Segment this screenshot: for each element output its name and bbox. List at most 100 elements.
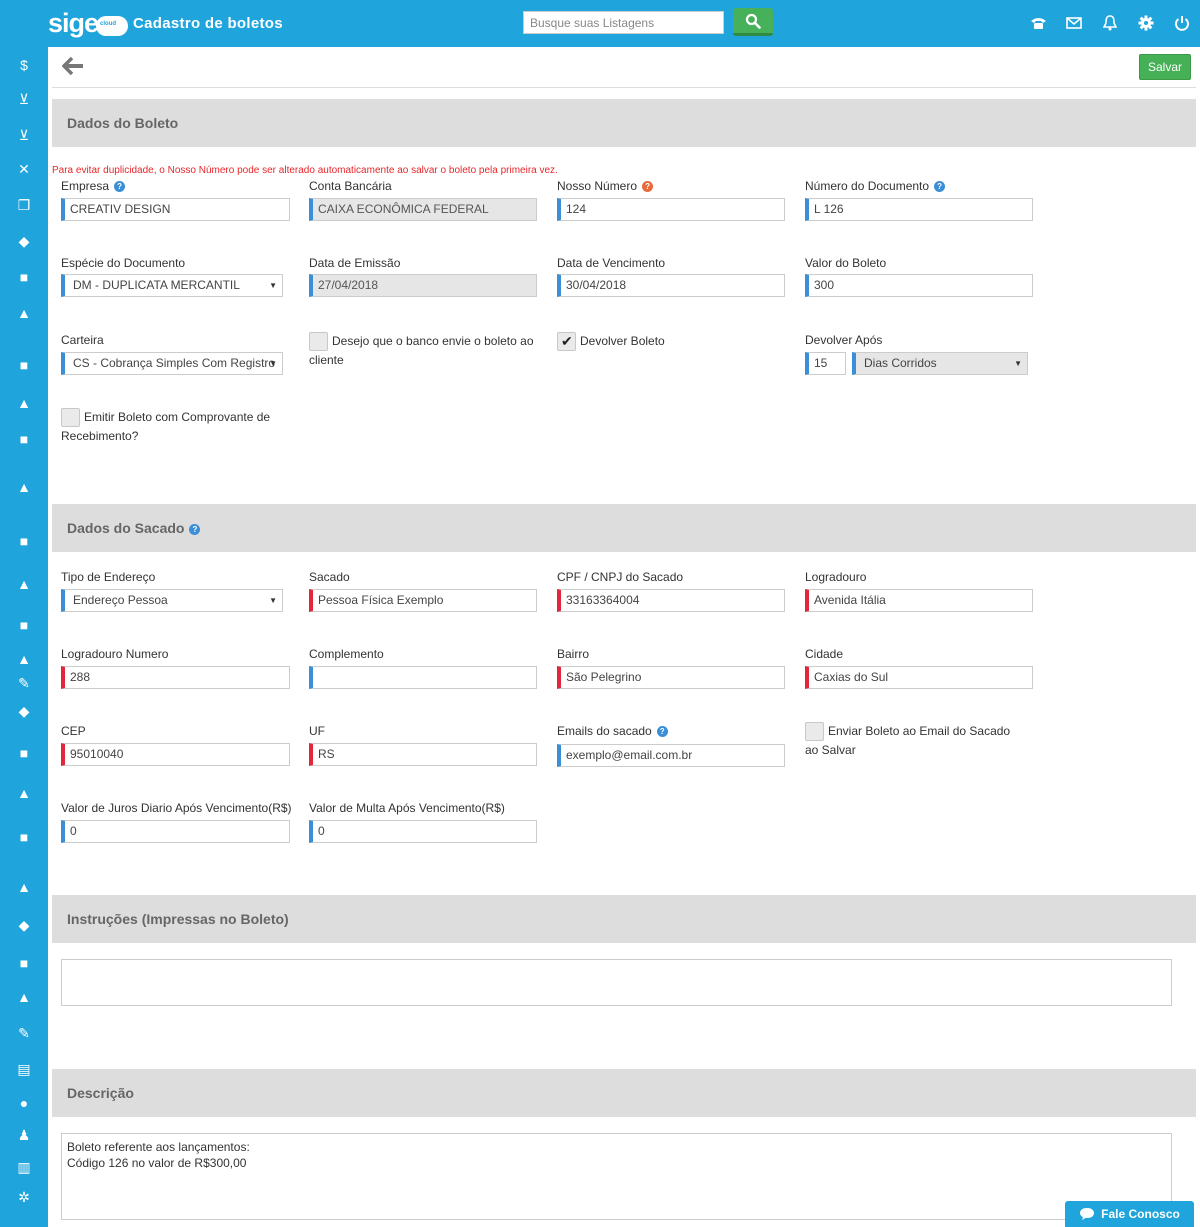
action-toolbar: Salvar (52, 47, 1196, 88)
box-icon[interactable]: ◆ (14, 702, 34, 720)
logradouro-field[interactable]: Avenida Itália (805, 589, 1033, 612)
section-title: Dados do Boleto (67, 115, 179, 131)
uf-label: UF (309, 724, 325, 738)
descricao-textarea[interactable]: Boleto referente aos lançamentos: Código… (61, 1133, 1172, 1220)
instrucoes-textarea[interactable] (61, 959, 1172, 1006)
search-button[interactable] (733, 8, 773, 36)
checkbox-label: Desejo que o banco envie o boleto ao cli… (309, 334, 534, 368)
phone-icon[interactable] (1020, 12, 1056, 34)
car-icon[interactable]: ▲ (14, 575, 34, 593)
section-title-text: Dados do Sacado (67, 520, 185, 536)
clock-icon[interactable]: ● (14, 1094, 34, 1112)
valor-label: Valor do Boleto (805, 256, 887, 270)
help-icon[interactable]: ? (642, 181, 654, 193)
money-icon[interactable]: $ (14, 56, 34, 74)
pen-icon[interactable]: ✎ (14, 674, 34, 692)
tools-icon[interactable]: ✕ (14, 160, 34, 178)
gear-icon[interactable] (1128, 12, 1164, 34)
box-icon[interactable]: ◆ (14, 916, 34, 934)
cidade-field[interactable]: Caxias do Sul (805, 666, 1033, 689)
devolver-checkbox[interactable] (557, 332, 576, 352)
pen-icon[interactable]: ✎ (14, 1024, 34, 1042)
nosso-numero-field[interactable]: 124 (557, 198, 785, 221)
data-vencimento-field[interactable]: 30/04/2018 (557, 274, 785, 297)
especie-select[interactable]: DM - DUPLICATA MERCANTIL ▼ (61, 274, 283, 297)
search-input[interactable] (523, 11, 724, 34)
id-card-icon[interactable]: ▤ (14, 1060, 34, 1078)
bairro-field[interactable]: São Pelegrino (557, 666, 785, 689)
tipo-endereco-label: Tipo de Endereço (61, 570, 156, 584)
car-icon[interactable]: ▲ (14, 784, 34, 802)
help-icon[interactable]: ? (114, 181, 126, 193)
uf-field[interactable]: RS (309, 743, 537, 766)
truck-icon[interactable]: ■ (14, 954, 34, 972)
valor-boleto-field[interactable]: 300 (805, 274, 1033, 297)
car-icon[interactable]: ▲ (14, 394, 34, 412)
vencimento-label: Data de Vencimento (557, 256, 666, 270)
truck-icon[interactable]: ■ (14, 744, 34, 762)
enviar-email-checkbox[interactable] (805, 722, 824, 742)
checkbox-label: Enviar Boleto ao Email do Sacado ao Salv… (805, 724, 1011, 758)
complemento-field[interactable] (309, 666, 537, 689)
comprovante-checkbox[interactable] (61, 408, 80, 428)
tipo-endereco-select[interactable]: Endereço Pessoa ▼ (61, 589, 283, 612)
caret-down-icon: ▼ (269, 359, 277, 368)
car-icon[interactable]: ▲ (14, 650, 34, 668)
banco-envie-checkbox[interactable] (309, 332, 328, 352)
power-icon[interactable] (1164, 12, 1200, 34)
numero-documento-field[interactable]: L 126 (805, 198, 1033, 221)
truck-icon[interactable]: ■ (14, 532, 34, 550)
carteira-label: Carteira (61, 333, 104, 347)
select-value: DM - DUPLICATA MERCANTIL (73, 278, 240, 292)
cart-icon[interactable]: ⊻ (14, 126, 34, 144)
fale-conosco-button[interactable]: Fale Conosco (1065, 1201, 1194, 1227)
devolver-apos-field[interactable]: 15 (805, 352, 846, 375)
multa-field[interactable]: 0 (309, 820, 537, 843)
dias-select[interactable]: Dias Corridos ▼ (852, 352, 1028, 375)
conta-bancaria-field: CAIXA ECONÔMICA FEDERAL (309, 198, 537, 221)
section-dados-sacado: Dados do Sacado? (52, 504, 1196, 552)
label-text: Emails do sacado (557, 724, 652, 738)
sige-logo[interactable]: sige cloud (48, 6, 129, 40)
nosso-numero-label: Nosso Número? (557, 179, 654, 193)
empresa-field[interactable]: CREATIV DESIGN (61, 198, 290, 221)
people-icon[interactable]: ♟ (14, 1126, 34, 1144)
label-text: Nosso Número (557, 179, 638, 193)
box-icon[interactable]: ◆ (14, 232, 34, 250)
cep-field[interactable]: 95010040 (61, 743, 290, 766)
logo-badge: cloud (100, 21, 117, 27)
emails-field[interactable]: exemplo@email.com.br (557, 744, 785, 767)
mail-icon[interactable] (1056, 12, 1092, 34)
save-button[interactable]: Salvar (1139, 54, 1191, 80)
help-icon[interactable]: ? (189, 523, 201, 535)
cep-label: CEP (61, 724, 86, 738)
carteira-select[interactable]: CS - Cobrança Simples Com Registro ▼ (61, 352, 283, 375)
bell-icon[interactable] (1092, 12, 1128, 34)
sacado-field[interactable]: Pessoa Física Exemplo (309, 589, 537, 612)
truck-icon[interactable]: ■ (14, 268, 34, 286)
gears-icon[interactable]: ✲ (14, 1188, 34, 1206)
copy-icon[interactable]: ❐ (14, 196, 34, 214)
truck-icon[interactable]: ■ (14, 828, 34, 846)
cart-icon[interactable]: ⊻ (14, 90, 34, 108)
numero-documento-label: Número do Documento? (805, 179, 946, 193)
devolver-option: Devolver Boleto (557, 332, 665, 352)
cpf-cnpj-field[interactable]: 33163364004 (557, 589, 785, 612)
logradouro-numero-label: Logradouro Numero (61, 647, 169, 661)
back-arrow-icon[interactable] (61, 56, 86, 78)
checkbox-label: Devolver Boleto (580, 334, 665, 348)
car-icon[interactable]: ▲ (14, 478, 34, 496)
juros-field[interactable]: 0 (61, 820, 290, 843)
truck-icon[interactable]: ■ (14, 356, 34, 374)
car-icon[interactable]: ▲ (14, 304, 34, 322)
truck-icon[interactable]: ■ (14, 616, 34, 634)
barcode-icon[interactable]: ▥ (14, 1158, 34, 1176)
car-icon[interactable]: ▲ (14, 988, 34, 1006)
enviar-email-option: Enviar Boleto ao Email do Sacado ao Salv… (805, 722, 1025, 760)
car-icon[interactable]: ▲ (14, 878, 34, 896)
help-icon[interactable]: ? (934, 181, 946, 193)
search-icon (745, 13, 761, 29)
truck-icon[interactable]: ■ (14, 430, 34, 448)
logradouro-numero-field[interactable]: 288 (61, 666, 290, 689)
help-icon[interactable]: ? (656, 726, 668, 738)
